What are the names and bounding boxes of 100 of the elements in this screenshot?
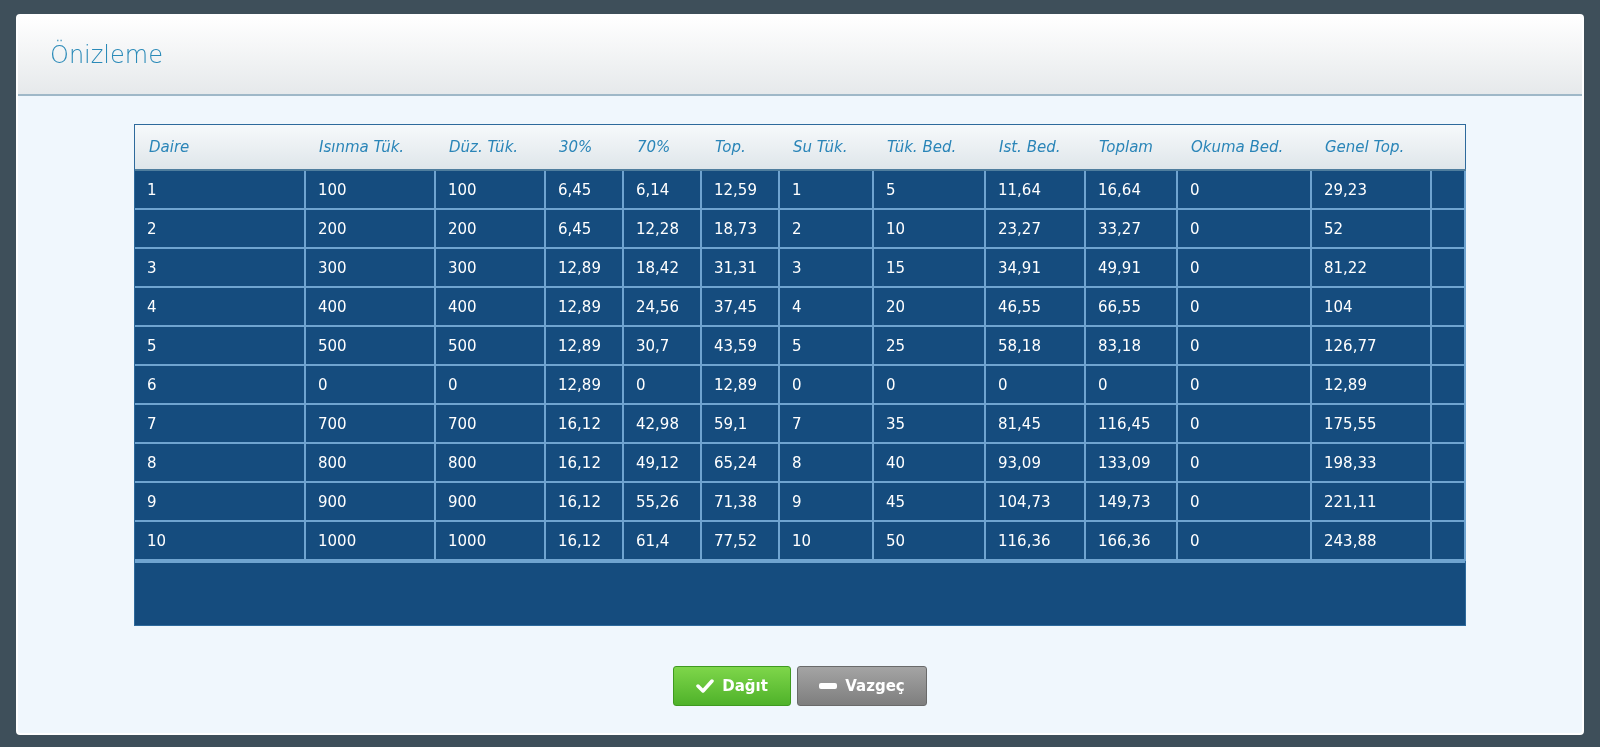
- table-cell: 12,89: [558, 375, 601, 394]
- table-cell: 18,42: [636, 258, 679, 277]
- table-cell: 0: [1190, 180, 1200, 199]
- table-cell: 700: [318, 414, 347, 433]
- minus-icon: [819, 683, 838, 689]
- confirm-button[interactable]: Dağıt: [673, 666, 791, 706]
- table-cell: 66,55: [1098, 297, 1141, 316]
- table-cell: 0: [1190, 414, 1200, 433]
- table-cell: 16,12: [558, 453, 601, 472]
- column-header: 30%: [559, 138, 593, 156]
- table-cell: 83,18: [1098, 336, 1141, 355]
- table-cell: 49,91: [1098, 258, 1141, 277]
- table-cell: 1: [792, 180, 802, 199]
- table-cell: 500: [318, 336, 347, 355]
- table-cell: 34,91: [998, 258, 1041, 277]
- column-header: Toplam: [1099, 138, 1153, 156]
- table-cell: 29,23: [1324, 180, 1367, 199]
- table-cell: 3: [147, 258, 157, 277]
- table-cell: 5: [792, 336, 802, 355]
- table-cell: 49,12: [636, 453, 679, 472]
- table-cell: 12,89: [1324, 375, 1367, 394]
- table-cell: 35: [886, 414, 906, 433]
- table-cell: 16,64: [1098, 180, 1141, 199]
- table-cell: 23,27: [998, 219, 1041, 238]
- table-cell: 300: [448, 258, 477, 277]
- table-cell: 0: [636, 375, 646, 394]
- table-cell: 0: [1190, 258, 1200, 277]
- table-cell: 15: [886, 258, 906, 277]
- table-cell: 2: [147, 219, 157, 238]
- table-cell: 24,56: [636, 297, 679, 316]
- table-cell: 46,55: [998, 297, 1041, 316]
- table-cell: 77,52: [714, 531, 757, 550]
- column-header: Okuma Bed.: [1191, 138, 1284, 156]
- table-cell: 9: [147, 492, 157, 511]
- table-cell: 104,73: [998, 492, 1051, 511]
- table-cell: 1: [147, 180, 157, 199]
- table-cell: 0: [1190, 492, 1200, 511]
- table-cell: 0: [448, 375, 458, 394]
- table-cell: 20: [886, 297, 906, 316]
- table-cell: 200: [448, 219, 477, 238]
- table-cell: 200: [318, 219, 347, 238]
- table-cell: 16,12: [558, 414, 601, 433]
- table-cell: 12,89: [714, 375, 757, 394]
- table-cell: 0: [998, 375, 1008, 394]
- table-cell: 6,14: [636, 180, 670, 199]
- table-cell: 0: [792, 375, 802, 394]
- table-cell: 16,12: [558, 492, 601, 511]
- table-cell: 3: [792, 258, 802, 277]
- table-cell: 0: [886, 375, 896, 394]
- table-cell: 8: [147, 453, 157, 472]
- table-cell: 104: [1324, 297, 1353, 316]
- column-header: Düz. Tük.: [449, 138, 519, 156]
- table-cell: 700: [448, 414, 477, 433]
- table-cell: 175,55: [1324, 414, 1377, 433]
- table-cell: 71,38: [714, 492, 757, 511]
- table-cell: 7: [147, 414, 157, 433]
- table-cell: 59,1: [714, 414, 748, 433]
- column-header: Daire: [149, 138, 190, 156]
- table-cell: 33,27: [1098, 219, 1141, 238]
- table-cell: 0: [1190, 336, 1200, 355]
- table-cell: 133,09: [1098, 453, 1151, 472]
- table-cell: 1000: [448, 531, 487, 550]
- column-header: Su Tük.: [793, 138, 848, 156]
- table-cell: 1000: [318, 531, 357, 550]
- table-cell: 12,89: [558, 297, 601, 316]
- table-cell: 43,59: [714, 336, 757, 355]
- cancel-button[interactable]: Vazgeç: [797, 666, 927, 706]
- table-cell: 42,98: [636, 414, 679, 433]
- column-header: 70%: [637, 138, 671, 156]
- table-cell: 0: [1190, 375, 1200, 394]
- table-cell: 6: [147, 375, 157, 394]
- table-cell: 40: [886, 453, 906, 472]
- table-cell: 81,22: [1324, 258, 1367, 277]
- table-cell: 9: [792, 492, 802, 511]
- table-cell: 55,26: [636, 492, 679, 511]
- table-cell: 52: [1324, 219, 1344, 238]
- table-cell: 100: [448, 180, 477, 199]
- table-cell: 221,11: [1324, 492, 1377, 511]
- checkmark-icon: [696, 679, 715, 693]
- table-cell: 50: [886, 531, 906, 550]
- table-cell: 126,77: [1324, 336, 1377, 355]
- table-cell: 58,18: [998, 336, 1041, 355]
- table-cell: 12,89: [558, 258, 601, 277]
- table-cell: 30,7: [636, 336, 670, 355]
- table-cell: 0: [1190, 219, 1200, 238]
- table-cell: 7: [792, 414, 802, 433]
- table-cell: 243,88: [1324, 531, 1377, 550]
- table-cell: 166,36: [1098, 531, 1151, 550]
- table-cell: 0: [318, 375, 328, 394]
- table-cell: 900: [318, 492, 347, 511]
- table-cell: 0: [1190, 531, 1200, 550]
- table-cell: 18,73: [714, 219, 757, 238]
- table-cell: 12,89: [558, 336, 601, 355]
- table-cell: 37,45: [714, 297, 757, 316]
- table-cell: 8: [792, 453, 802, 472]
- table-cell: 12,59: [714, 180, 757, 199]
- table-cell: 0: [1190, 297, 1200, 316]
- table-cell: 81,45: [998, 414, 1041, 433]
- column-header: Genel Top.: [1325, 138, 1405, 156]
- table-cell: 31,31: [714, 258, 757, 277]
